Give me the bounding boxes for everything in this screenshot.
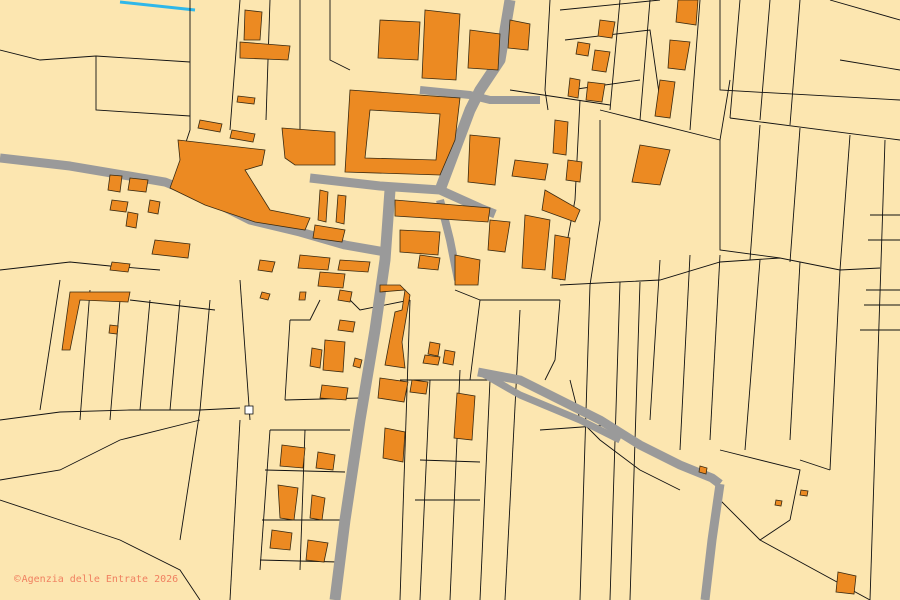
small-plot-marker [244,405,254,415]
copyright-symbol: © [14,572,21,585]
attribution-text: Agenzia delle Entrate 2026 [21,574,179,585]
cadastral-map[interactable]: ©Agenzia delle Entrate 2026 [0,0,900,600]
water-channel [119,0,196,12]
building-footprints [61,0,857,595]
map-attribution: ©Agenzia delle Entrate 2026 [14,572,178,585]
map-canvas [0,0,900,600]
